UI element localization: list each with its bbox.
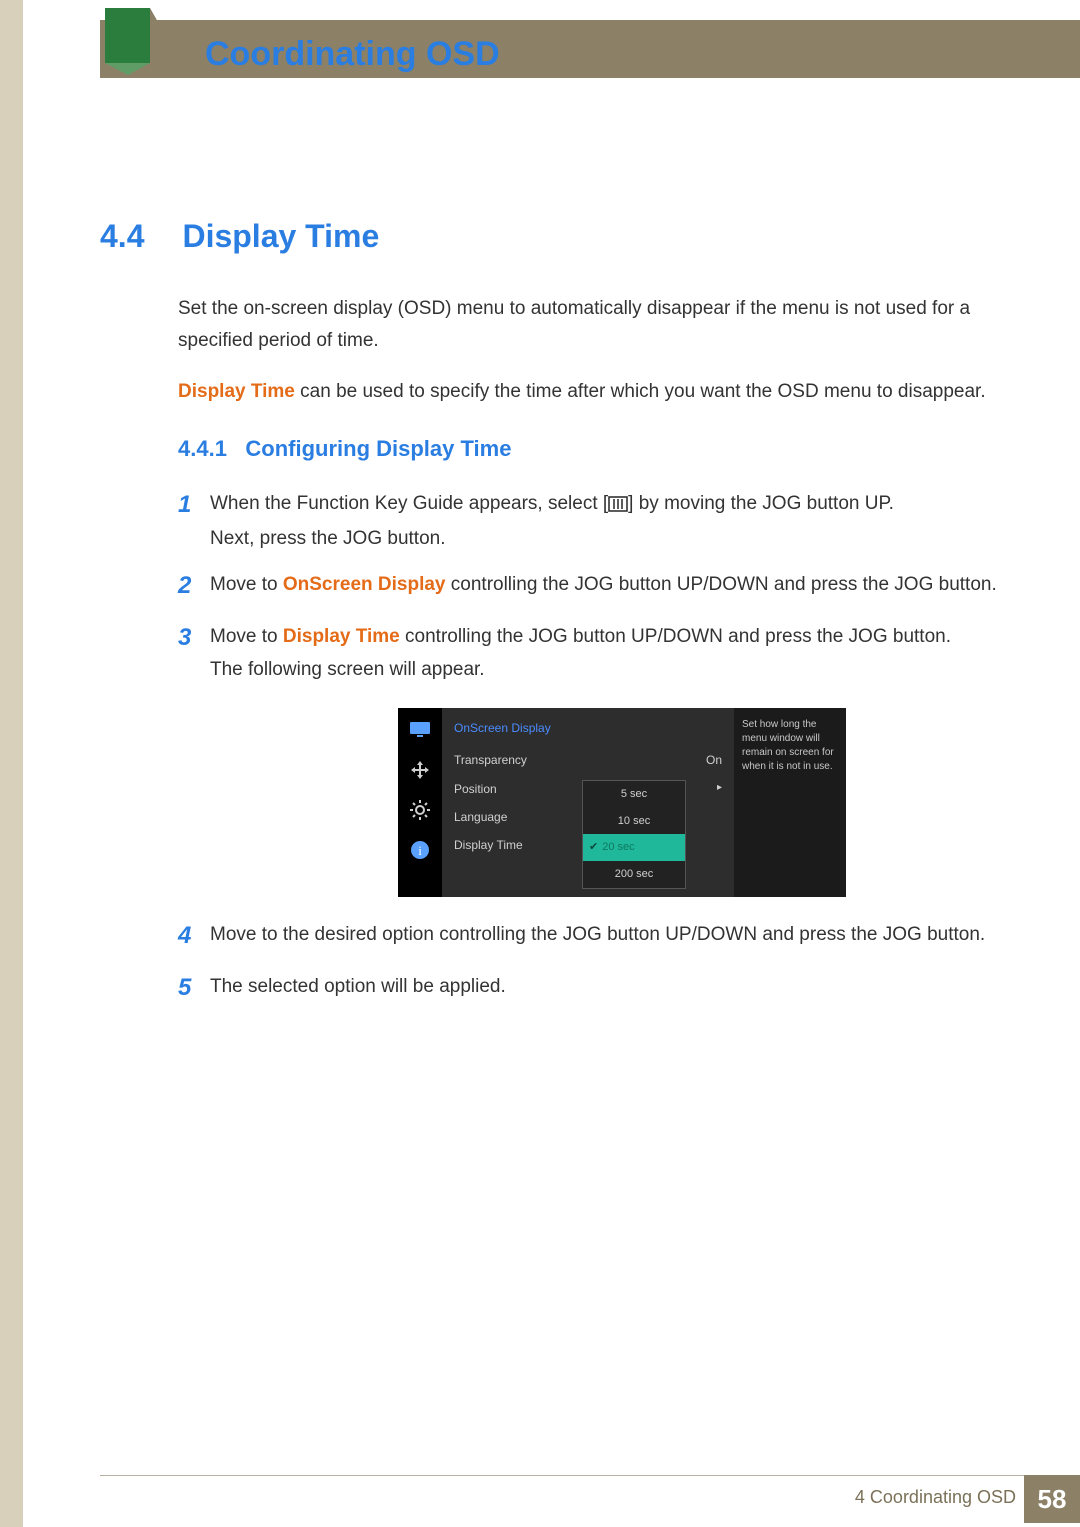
step-2-accent: OnScreen Display — [283, 574, 446, 595]
step-3: 3 Move to Display Time controlling the J… — [178, 621, 1030, 686]
step-text: Move to OnScreen Display controlling the… — [210, 569, 1030, 607]
header-title: Coordinating OSD — [205, 35, 500, 74]
step-text: When the Function Key Guide appears, sel… — [210, 488, 1030, 556]
monitor-icon — [408, 718, 432, 742]
step-5: 5 The selected option will be applied. — [178, 971, 1030, 1009]
step-2-text-a: Move to — [210, 574, 283, 595]
menu-icon — [608, 491, 628, 523]
step-text: Move to Display Time controlling the JOG… — [210, 621, 1030, 686]
osd-item-label: Language — [454, 807, 507, 827]
svg-text:i: i — [418, 843, 422, 858]
chapter-4-icon — [100, 3, 180, 75]
step-number: 2 — [178, 566, 210, 607]
subsection-number: 4.4.1 — [178, 436, 227, 462]
step-number: 3 — [178, 618, 210, 686]
section-heading: 4.4 Display Time — [100, 218, 1030, 255]
osd-item-value: On — [706, 750, 722, 770]
step-3-text-a: Move to — [210, 626, 283, 647]
osd-main-panel: OnScreen Display Transparency On Positio… — [442, 708, 734, 897]
left-margin-stripe — [0, 0, 23, 1527]
step-3-text-c: The following screen will appear. — [210, 659, 485, 680]
osd-option-selected: ✔ 20 sec — [583, 834, 685, 861]
step-1: 1 When the Function Key Guide appears, s… — [178, 488, 1030, 556]
osd-item-label: Transparency — [454, 750, 527, 770]
step-1-text-b: ] by moving the JOG button UP. — [628, 493, 894, 514]
subsection-heading: 4.4.1 Configuring Display Time — [178, 436, 1030, 462]
intro-rest: can be used to specify the time after wh… — [295, 381, 986, 402]
intro-paragraph-2: Display Time can be used to specify the … — [178, 376, 1030, 408]
gear-icon — [408, 798, 432, 822]
step-3-accent: Display Time — [283, 626, 400, 647]
step-1-text-c: Next, press the JOG button. — [210, 528, 446, 549]
chapter-number-graphic — [100, 15, 170, 78]
osd-item-label: Position — [454, 779, 497, 799]
step-number: 5 — [178, 968, 210, 1009]
osd-option-label: 20 sec — [602, 841, 634, 853]
osd-option: 10 sec — [583, 808, 685, 835]
intro-paragraph-1: Set the on-screen display (OSD) menu to … — [178, 293, 1030, 358]
step-list: 1 When the Function Key Guide appears, s… — [178, 488, 1030, 1009]
chevron-right-icon: ▸ — [717, 779, 722, 799]
footer-chapter-label: 4 Coordinating OSD — [855, 1487, 1016, 1508]
osd-sidebar: i — [398, 708, 442, 897]
osd-panel-title: OnScreen Display — [454, 718, 722, 738]
step-number: 4 — [178, 916, 210, 957]
intro-accent: Display Time — [178, 381, 295, 402]
section-number: 4.4 — [100, 218, 178, 255]
footer-divider — [100, 1475, 1080, 1476]
move-icon — [408, 758, 432, 782]
info-icon: i — [408, 838, 432, 862]
step-2-text-b: controlling the JOG button UP/DOWN and p… — [446, 574, 997, 595]
main-content: 4.4 Display Time Set the on-screen displ… — [100, 218, 1030, 1022]
osd-item-label: Display Time — [454, 835, 523, 855]
osd-option: 5 sec — [583, 781, 685, 808]
step-1-text-a: When the Function Key Guide appears, sel… — [210, 493, 608, 514]
osd-help-panel: Set how long the menu window will remain… — [734, 708, 846, 897]
step-text: Move to the desired option controlling t… — [210, 919, 1030, 957]
section-title: Display Time — [182, 218, 379, 254]
osd-dropdown: 5 sec 10 sec ✔ 20 sec 200 sec — [582, 780, 686, 889]
check-icon: ✔ — [589, 841, 598, 853]
section-intro: Set the on-screen display (OSD) menu to … — [178, 293, 1030, 408]
step-number: 1 — [178, 485, 210, 556]
osd-option: 200 sec — [583, 861, 685, 888]
osd-item-transparency: Transparency On — [454, 746, 722, 774]
osd-screenshot: i OnScreen Display Transparency On Posit… — [398, 708, 846, 897]
step-text: The selected option will be applied. — [210, 971, 1030, 1009]
page-number: 58 — [1024, 1475, 1080, 1523]
step-4: 4 Move to the desired option controlling… — [178, 919, 1030, 957]
step-3-text-b: controlling the JOG button UP/DOWN and p… — [400, 626, 951, 647]
footer: 4 Coordinating OSD 58 — [0, 1475, 1080, 1527]
subsection-title: Configuring Display Time — [245, 436, 511, 461]
step-2: 2 Move to OnScreen Display controlling t… — [178, 569, 1030, 607]
